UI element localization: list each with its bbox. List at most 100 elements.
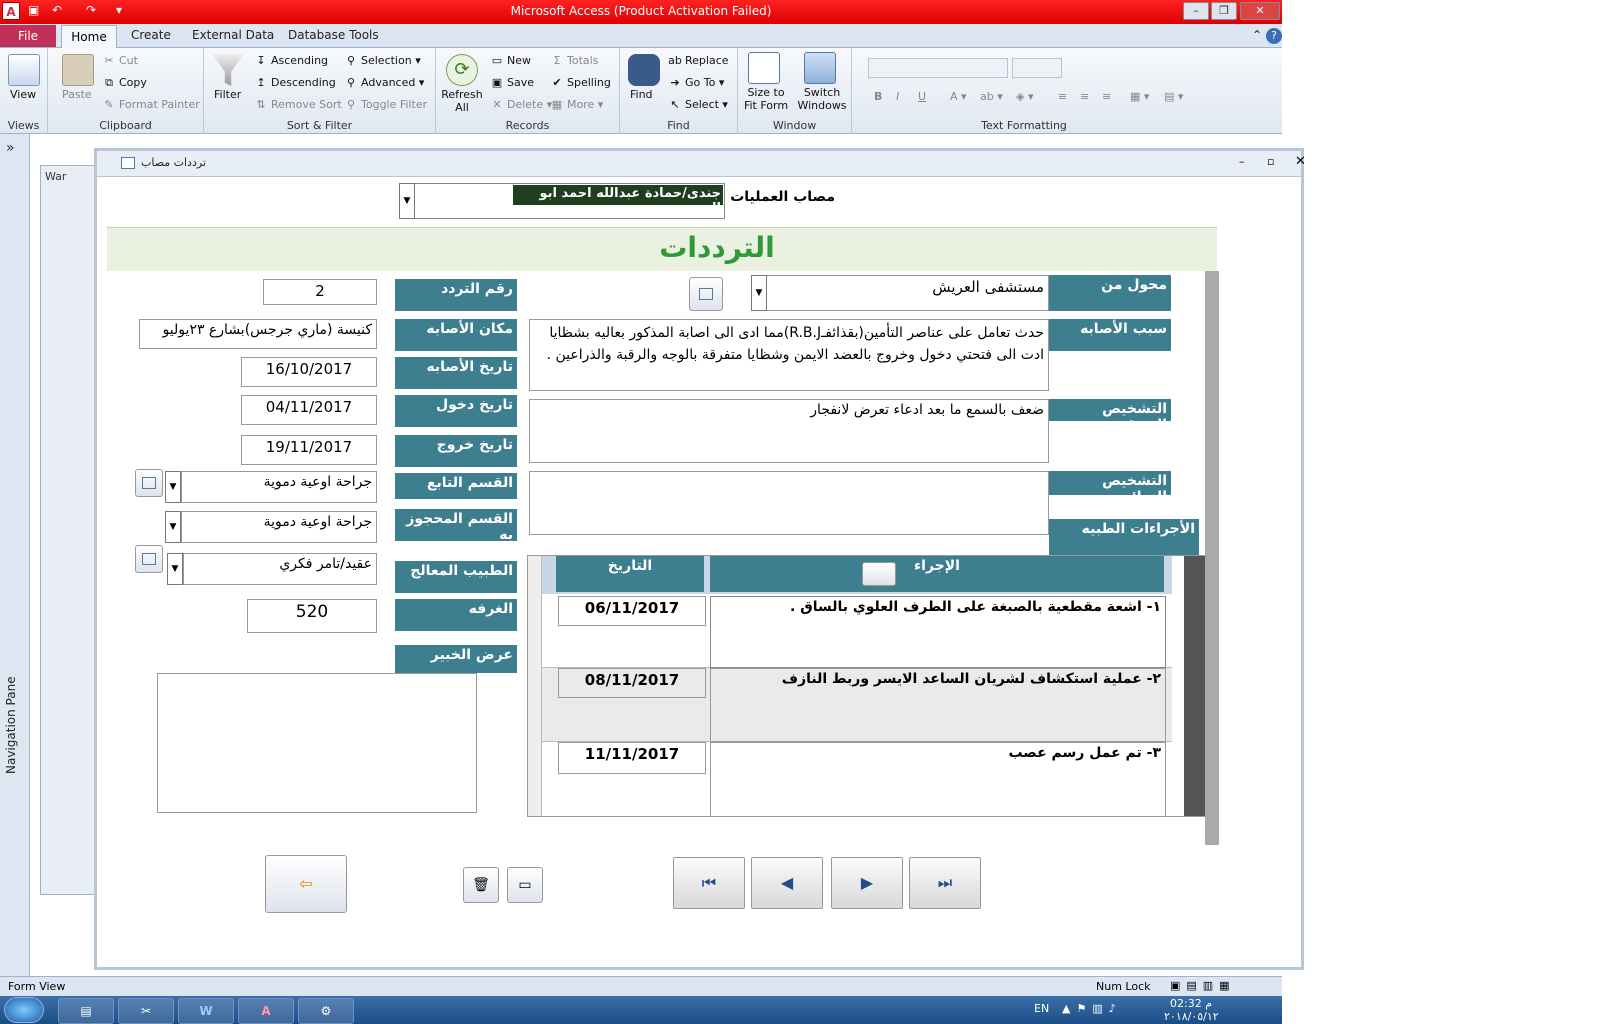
align-right-icon[interactable]: ≡ — [1102, 90, 1111, 103]
find-button[interactable]: Find — [630, 88, 653, 101]
format-painter-button[interactable]: ✎ Format Painter — [102, 98, 199, 111]
reserved-dept-combo[interactable]: جراحة اوعية دموية — [181, 511, 377, 543]
filter-icon[interactable] — [212, 54, 244, 86]
spelling-button[interactable]: ✔ Spelling — [550, 76, 610, 89]
binoculars-icon[interactable] — [628, 54, 660, 86]
tab-create[interactable]: Create — [131, 28, 171, 42]
background-form-tab[interactable]: War — [45, 170, 66, 183]
row-procedure[interactable]: ١- اشعة مقطعية بالصبغة على الطرف العلوي … — [710, 596, 1166, 668]
subform-scrollbar-left[interactable] — [528, 556, 542, 816]
replace-button[interactable]: ab Replace — [668, 54, 728, 67]
language-indicator[interactable]: EN — [1034, 1002, 1049, 1015]
tray-icons[interactable]: ▲⚑▥♪ — [1062, 1002, 1122, 1015]
view-icon[interactable] — [8, 54, 40, 86]
underline-button[interactable]: U — [918, 90, 926, 103]
clock-time[interactable]: 02:32 م — [1170, 997, 1212, 1010]
alternate-row-icon[interactable]: ▤ ▾ — [1164, 90, 1183, 103]
table-row[interactable]: 06/11/2017 ١- اشعة مقطعية بالصبغة على ال… — [542, 596, 1172, 668]
access-taskbar-icon[interactable]: A — [238, 998, 294, 1024]
row-procedure[interactable]: ٢- عملية استكشاف لشريان الساعد الايسر ور… — [710, 668, 1166, 742]
new-record-form-button[interactable]: ▭ — [507, 867, 543, 903]
font-color-icon[interactable]: A ▾ — [950, 90, 967, 103]
cut-button[interactable]: ✂ Cut — [102, 54, 138, 67]
visit-no-field[interactable]: 2 — [263, 279, 377, 305]
dept-dropdown-arrow[interactable]: ▼ — [165, 471, 181, 503]
next-record-button[interactable]: ▶ — [831, 857, 903, 909]
paste-button[interactable]: Paste — [62, 88, 92, 101]
totals-button[interactable]: Σ Totals — [550, 54, 599, 67]
final-dx-field[interactable] — [529, 471, 1049, 535]
select-button[interactable]: ↖ Select ▾ — [668, 98, 728, 111]
row-date[interactable]: 06/11/2017 — [558, 596, 706, 626]
injury-date-field[interactable]: 16/10/2017 — [241, 357, 377, 387]
gridlines-icon[interactable]: ▦ ▾ — [1130, 90, 1149, 103]
delete-record-button[interactable]: ✕ Delete ▾ — [490, 98, 552, 111]
copy-button[interactable]: ⧉ Copy — [102, 76, 147, 89]
selection-button[interactable]: ⚲ Selection ▾ — [344, 54, 421, 67]
row-procedure[interactable]: ٣- تم عمل رسم عصب — [710, 742, 1166, 816]
room-field[interactable]: 520 — [247, 599, 377, 633]
first-record-button[interactable]: ⏮ — [673, 857, 745, 909]
doctor-form-button[interactable] — [135, 545, 163, 573]
initial-dx-field[interactable]: ضعف بالسمع ما بعد ادعاء تعرض لانفجار — [529, 399, 1049, 463]
doctor-dropdown-arrow[interactable]: ▼ — [167, 553, 183, 585]
word-taskbar-icon[interactable]: W — [178, 998, 234, 1024]
font-name-dropdown[interactable] — [868, 58, 1008, 78]
align-center-icon[interactable]: ≡ — [1080, 90, 1089, 103]
table-row[interactable]: 08/11/2017 ٢- عملية استكشاف لشريان الساع… — [542, 668, 1172, 742]
dept-form-button[interactable] — [135, 469, 163, 497]
advanced-button[interactable]: ⚲ Advanced ▾ — [344, 76, 424, 89]
clock-date[interactable]: ٢٠١٨/٠٥/١٢ — [1164, 1010, 1219, 1023]
toggle-filter-button[interactable]: ⚲ Toggle Filter — [344, 98, 427, 111]
start-button[interactable] — [4, 997, 44, 1023]
doctor-combo[interactable]: عقيد/تامر فكري — [183, 553, 377, 585]
switch-windows-button[interactable]: Switch Windows — [794, 86, 850, 112]
patient-dropdown-arrow[interactable]: ▼ — [399, 183, 415, 219]
close-button[interactable]: ✕ — [1240, 2, 1280, 20]
highlight-icon[interactable]: ab ▾ — [980, 90, 1003, 103]
size-fit-icon[interactable] — [748, 52, 780, 84]
fill-color-icon[interactable]: ◈ ▾ — [1016, 90, 1033, 103]
navigation-pane[interactable]: » Navigation Pane — [0, 134, 30, 984]
more-button[interactable]: ▦ More ▾ — [550, 98, 604, 111]
ribbon-minimize-icon[interactable]: ⌃ — [1252, 28, 1262, 42]
refresh-all-button[interactable]: Refresh All — [440, 88, 484, 114]
form-close-button[interactable]: ✕ — [1295, 154, 1306, 169]
italic-button[interactable]: I — [896, 90, 899, 103]
form-minimize-button[interactable]: – — [1239, 155, 1245, 168]
align-left-icon[interactable]: ≡ — [1058, 90, 1067, 103]
form-restore-button[interactable]: ▫ — [1267, 155, 1274, 168]
tab-home[interactable]: Home — [61, 25, 117, 48]
previous-record-button[interactable]: ◀ — [751, 857, 823, 909]
explorer-taskbar-icon[interactable]: ▤ — [58, 998, 114, 1024]
table-row[interactable]: 11/11/2017 ٣- تم عمل رسم عصب — [542, 742, 1172, 816]
size-to-fit-button[interactable]: Size to Fit Form — [740, 86, 792, 112]
injury-cause-field[interactable]: حدث تعامل على عناصر التأمين(بقذائفـR.B.J… — [529, 319, 1049, 391]
tab-database-tools[interactable]: Database Tools — [288, 28, 379, 42]
tab-file[interactable]: File — [0, 25, 56, 47]
goto-button[interactable]: ➔ Go To ▾ — [668, 76, 724, 89]
view-button[interactable]: View — [10, 88, 36, 101]
tab-external-data[interactable]: External Data — [192, 28, 274, 42]
tool-taskbar-icon[interactable]: ✂ — [118, 998, 174, 1024]
ascending-button[interactable]: ↧ Ascending — [254, 54, 328, 67]
dept-combo[interactable]: جراحة اوعية دموية — [181, 471, 377, 503]
descending-button[interactable]: ↥ Descending — [254, 76, 335, 89]
refresh-icon[interactable]: ⟳ — [446, 54, 478, 86]
view-switcher-icons[interactable]: ▣▤▥▦ — [1170, 979, 1236, 992]
paste-icon[interactable] — [62, 54, 94, 86]
entry-date-field[interactable]: 04/11/2017 — [241, 395, 377, 425]
minimize-button[interactable]: – — [1183, 2, 1209, 20]
row-date[interactable]: 08/11/2017 — [558, 668, 706, 698]
remove-sort-button[interactable]: ⇅ Remove Sort — [254, 98, 341, 111]
help-icon[interactable]: ? — [1266, 28, 1282, 44]
reserved-dept-dropdown-arrow[interactable]: ▼ — [165, 511, 181, 543]
referred-from-form-button[interactable] — [689, 277, 723, 311]
restore-button[interactable]: ❐ — [1211, 2, 1237, 20]
exit-form-button[interactable]: ⇦ — [265, 855, 347, 913]
expand-nav-icon[interactable]: » — [6, 140, 15, 156]
procedure-popup-button[interactable] — [862, 562, 896, 586]
bold-button[interactable]: B — [874, 90, 882, 103]
exit-date-field[interactable]: 19/11/2017 — [241, 435, 377, 465]
referred-from-dropdown-arrow[interactable]: ▼ — [751, 275, 767, 311]
